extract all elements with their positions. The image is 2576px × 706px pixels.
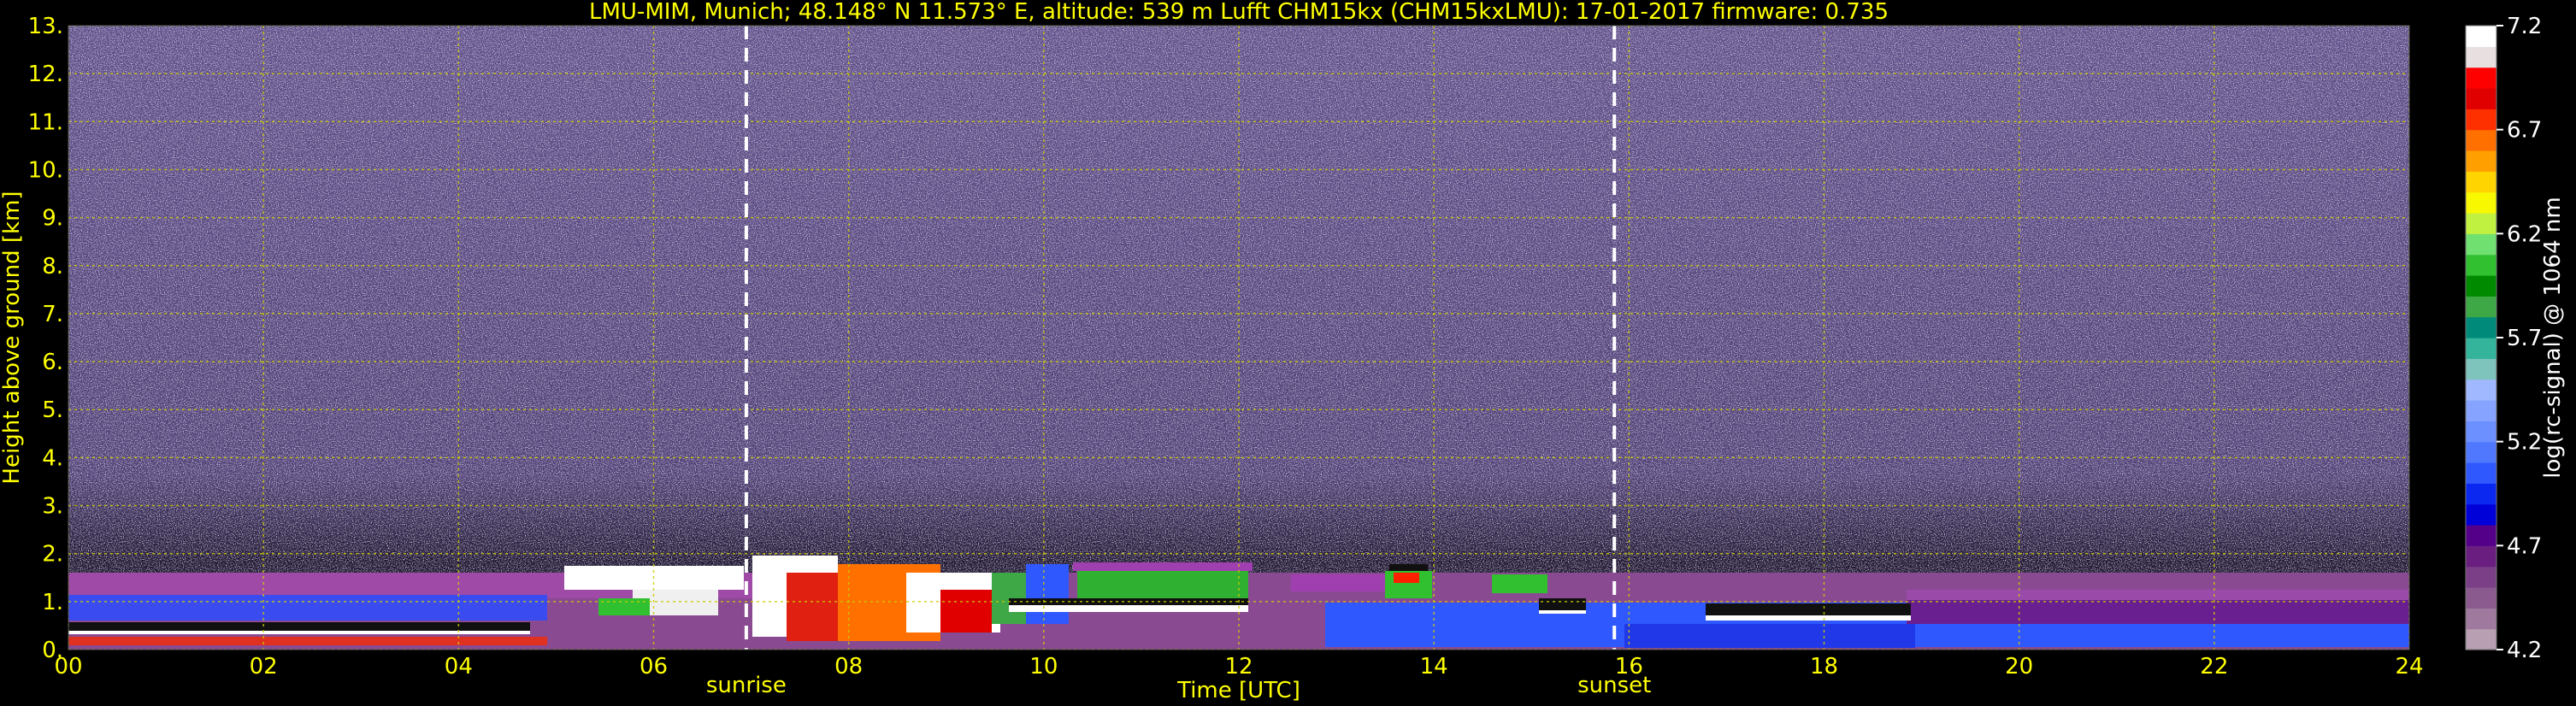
- colorbar-segment: [2466, 26, 2496, 47]
- aerosol-white-line-left: [68, 631, 530, 634]
- cloud-blue-evening: [1624, 624, 1915, 648]
- colorbar-segment: [2466, 525, 2496, 546]
- colorbar-tick-label: 7.2: [2507, 14, 2542, 39]
- colorbar-tick-label: 6.7: [2507, 118, 2542, 144]
- colorbar-segment: [2466, 171, 2496, 193]
- colorbar-label: log(rc-signal) @ 1064 nm: [2540, 197, 2566, 478]
- colorbar-segment: [2466, 254, 2496, 276]
- plot-area: [68, 26, 2409, 650]
- chart-title: LMU-MIM, Munich; 48.148° N 11.573° E, al…: [589, 0, 1889, 25]
- x-axis-ticks: 00 02 04 06 08 10 12 14 16 18 20 22 24: [54, 654, 2423, 680]
- x-tick-label: 18: [1810, 654, 1838, 680]
- x-axis-label: Time [UTC]: [1176, 678, 1300, 703]
- y-tick-label: 10.: [28, 157, 63, 183]
- sunrise-label: sunrise: [706, 673, 787, 698]
- cloud-black-blob-2: [1539, 598, 1586, 610]
- colorbar-segment: [2466, 628, 2496, 650]
- colorbar-segment: [2466, 545, 2496, 568]
- aerosol-black-line-left: [68, 622, 530, 631]
- colorbar-segment: [2466, 67, 2496, 89]
- cloud-magenta-top: [1073, 562, 1253, 571]
- colorbar-segment: [2466, 316, 2496, 338]
- x-tick-label: 22: [2200, 654, 2228, 680]
- x-tick-label: 06: [640, 654, 668, 680]
- colorbar-ticks: 4.2 4.7 5.2 5.7 6.2 6.7 7.2: [2496, 14, 2542, 663]
- cloud-green-patch: [598, 598, 650, 615]
- y-tick-label: 4.: [42, 445, 63, 471]
- colorbar-segment: [2466, 608, 2496, 630]
- colorbar-segment: [2466, 421, 2496, 443]
- y-tick-label: 7.: [42, 302, 63, 327]
- y-axis-ticks: 0.1.2.3.4.5.6.7.8.9.10.11.12.13.: [28, 14, 63, 663]
- aerosol-magenta-right: [1907, 590, 2409, 600]
- colorbar-segment: [2466, 379, 2496, 401]
- colorbar-segment: [2466, 587, 2496, 609]
- cloud-red-blob-1: [1394, 573, 1419, 583]
- colorbar-segment: [2466, 150, 2496, 172]
- y-tick-label: 2.: [42, 542, 63, 568]
- colorbar-tick-label: 6.2: [2507, 221, 2542, 247]
- x-tick-label: 12: [1224, 654, 1253, 680]
- colorbar-segment: [2466, 191, 2496, 214]
- colorbar-segment: [2466, 296, 2496, 318]
- x-tick-label: 02: [250, 654, 278, 680]
- colorbar-segment: [2466, 213, 2496, 234]
- cloud-white-blob-2: [1539, 610, 1586, 614]
- cloud-green-blob-2: [1492, 574, 1547, 593]
- colorbar-segment: [2466, 503, 2496, 526]
- sunset-label: sunset: [1577, 673, 1651, 698]
- colorbar: [2465, 25, 2497, 650]
- x-tick-label: 00: [54, 654, 82, 680]
- cloud-white-layer-1: [1009, 605, 1248, 612]
- colorbar-segment: [2466, 338, 2496, 359]
- y-tick-label: 5.: [42, 397, 63, 423]
- colorbar-tick-label: 5.2: [2507, 430, 2542, 456]
- colorbar-segment: [2466, 275, 2496, 297]
- y-axis-label: Height above ground [km]: [0, 191, 25, 484]
- colorbar-segment: [2466, 441, 2496, 463]
- colorbar-segment: [2466, 233, 2496, 256]
- x-tick-label: 10: [1029, 654, 1058, 680]
- cloud-red-patch-2: [940, 590, 992, 632]
- colorbar-segment: [2466, 400, 2496, 421]
- y-tick-label: 11.: [28, 109, 63, 135]
- colorbar-segment: [2466, 358, 2496, 380]
- colorbar-segment: [2466, 129, 2496, 151]
- x-tick-label: 24: [2395, 654, 2423, 680]
- y-tick-label: 3.: [42, 494, 63, 520]
- cloud-green-band: [1077, 568, 1248, 601]
- x-tick-label: 04: [445, 654, 473, 680]
- y-tick-label: 12.: [28, 62, 63, 87]
- colorbar-segment: [2466, 109, 2496, 131]
- cloud-blue-edge: [1026, 564, 1069, 624]
- colorbar-segment: [2466, 462, 2496, 484]
- y-tick-label: 13.: [28, 14, 63, 39]
- y-tick-label: 6.: [42, 350, 63, 375]
- colorbar-tick-label: 5.7: [2507, 326, 2542, 351]
- x-tick-label: 08: [834, 654, 863, 680]
- cloud-black-blob-1: [1389, 564, 1428, 571]
- x-tick-label: 20: [2005, 654, 2033, 680]
- y-tick-label: 8.: [42, 254, 63, 279]
- ceilometer-chart: 0.1.2.3.4.5.6.7.8.9.10.11.12.13. 00 02 04 0…: [0, 0, 2566, 703]
- x-tick-label: 14: [1420, 654, 1448, 680]
- aerosol-blue-band-left: [68, 595, 547, 621]
- colorbar-segment: [2466, 88, 2496, 109]
- y-tick-label: 1.: [42, 590, 63, 615]
- colorbar-segment: [2466, 46, 2496, 68]
- colorbar-tick-label: 4.7: [2507, 533, 2542, 559]
- y-tick-label: 9.: [42, 206, 63, 232]
- colorbar-segment: [2466, 566, 2496, 588]
- colorbar-tick-label: 4.2: [2507, 638, 2542, 663]
- colorbar-segment: [2466, 483, 2496, 505]
- cloud-white-layer-2: [1706, 615, 1911, 621]
- cloud-black-layer-2: [1706, 603, 1911, 615]
- surface-red-band: [68, 637, 547, 645]
